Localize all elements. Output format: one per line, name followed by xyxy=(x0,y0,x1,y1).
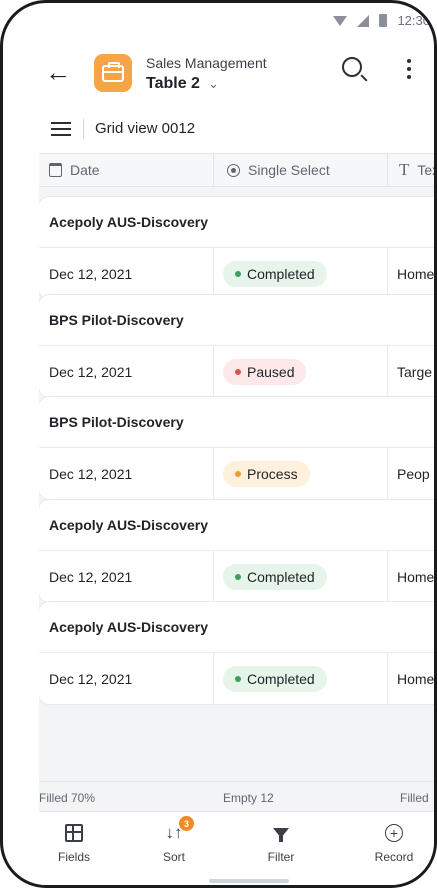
record-card[interactable]: BPS Pilot-Discovery Dec 12, 2021 Paused Tar… xyxy=(39,295,434,397)
status-badge: Paused xyxy=(223,358,307,385)
column-header-single-select[interactable]: Single Select xyxy=(227,154,330,186)
status-time: 12:30 xyxy=(397,13,430,28)
record-title: BPS Pilot-Discovery xyxy=(49,414,184,430)
sort-count-badge: 3 xyxy=(179,816,194,831)
date-cell[interactable]: Dec 12, 2021 xyxy=(49,653,209,704)
status-dot-icon xyxy=(235,675,241,682)
text-cell[interactable]: Home xyxy=(397,653,434,704)
status-icons: 12:30 xyxy=(333,13,430,28)
back-arrow-icon[interactable]: ← xyxy=(45,59,71,85)
app-title: Sales Management xyxy=(146,55,267,71)
status-dot-icon xyxy=(235,470,241,477)
column-header-row: Date Single Select T Tex xyxy=(39,153,434,187)
signal-icon xyxy=(357,14,370,27)
menu-icon[interactable] xyxy=(51,122,71,136)
search-icon[interactable] xyxy=(342,57,362,77)
status-badge: Completed xyxy=(223,665,327,692)
view-name[interactable]: Grid view 0012 xyxy=(95,120,195,137)
summary-filled-text: Filled xyxy=(400,791,429,805)
date-cell[interactable]: Dec 12, 2021 xyxy=(49,346,209,397)
wifi-icon xyxy=(333,15,348,26)
summary-row: Filled 70% Empty 12 Filled xyxy=(39,781,434,812)
status-cell[interactable]: Paused xyxy=(223,346,383,397)
column-header-text[interactable]: T Tex xyxy=(399,154,434,186)
text-cell[interactable]: Targe xyxy=(397,346,434,397)
chevron-down-icon: ⌄ xyxy=(207,76,219,91)
divider xyxy=(83,119,84,139)
text-type-icon: T xyxy=(399,160,410,179)
battery-icon xyxy=(379,14,388,27)
table-selector[interactable]: Table 2 ⌄ xyxy=(146,75,219,93)
status-cell[interactable]: Completed xyxy=(223,248,383,299)
fields-icon xyxy=(65,824,83,842)
phone-frame: 12:30 ← Sales Management Table 2 ⌄ Grid … xyxy=(0,0,437,888)
record-title: Acepoly AUS-Discovery xyxy=(49,517,208,533)
date-cell[interactable]: Dec 12, 2021 xyxy=(49,551,209,602)
filter-tab[interactable]: Filter xyxy=(246,822,316,864)
record-card[interactable]: Acepoly AUS-Discovery Dec 12, 2021 Complet… xyxy=(39,500,434,602)
status-dot-icon xyxy=(235,368,241,375)
view-bar: Grid view 0012 xyxy=(3,105,434,153)
status-dot-icon xyxy=(235,573,241,580)
summary-empty: Empty 12 xyxy=(223,791,274,805)
record-title: Acepoly AUS-Discovery xyxy=(49,619,208,635)
record-card[interactable]: Acepoly AUS-Discovery Dec 12, 2021 Complet… xyxy=(39,602,434,704)
status-badge: Process xyxy=(223,460,310,487)
status-bar: 12:30 xyxy=(3,3,434,39)
record-card[interactable]: Acepoly AUS-Discovery Dec 12, 2021 Complet… xyxy=(39,197,434,299)
home-indicator xyxy=(209,879,289,883)
grid-area: Date Single Select T Tex Acepoly AUS-Dis… xyxy=(39,153,434,781)
date-cell[interactable]: Dec 12, 2021 xyxy=(49,448,209,499)
status-cell[interactable]: Completed xyxy=(223,653,383,704)
briefcase-app-icon xyxy=(94,54,132,92)
table-title: Table 2 xyxy=(146,75,200,92)
record-card[interactable]: BPS Pilot-Discovery Dec 12, 2021 Process Pe… xyxy=(39,397,434,499)
filter-icon xyxy=(273,828,289,842)
record-title: Acepoly AUS-Discovery xyxy=(49,214,208,230)
calendar-icon xyxy=(49,163,62,177)
text-cell[interactable]: Home xyxy=(397,248,434,299)
column-header-date[interactable]: Date xyxy=(49,154,100,186)
status-dot-icon xyxy=(235,270,241,277)
status-cell[interactable]: Process xyxy=(223,448,383,499)
radio-icon xyxy=(227,163,240,177)
more-vertical-icon[interactable] xyxy=(407,59,411,79)
text-cell[interactable]: Peop xyxy=(397,448,434,499)
status-cell[interactable]: Completed xyxy=(223,551,383,602)
record-tab[interactable]: + Record xyxy=(359,822,429,864)
sort-tab[interactable]: ↓↑ 3 Sort xyxy=(139,816,209,864)
record-title: BPS Pilot-Discovery xyxy=(49,312,184,328)
bottom-toolbar: Fields ↓↑ 3 Sort Filter + Record xyxy=(39,811,434,885)
app-bar: ← Sales Management Table 2 ⌄ xyxy=(3,39,434,105)
summary-filled: Filled 70% xyxy=(39,791,96,805)
add-record-icon: + xyxy=(385,824,403,842)
fields-tab[interactable]: Fields xyxy=(39,822,109,864)
text-cell[interactable]: Home xyxy=(397,551,434,602)
date-cell[interactable]: Dec 12, 2021 xyxy=(49,248,209,299)
status-badge: Completed xyxy=(223,260,327,287)
status-badge: Completed xyxy=(223,563,327,590)
